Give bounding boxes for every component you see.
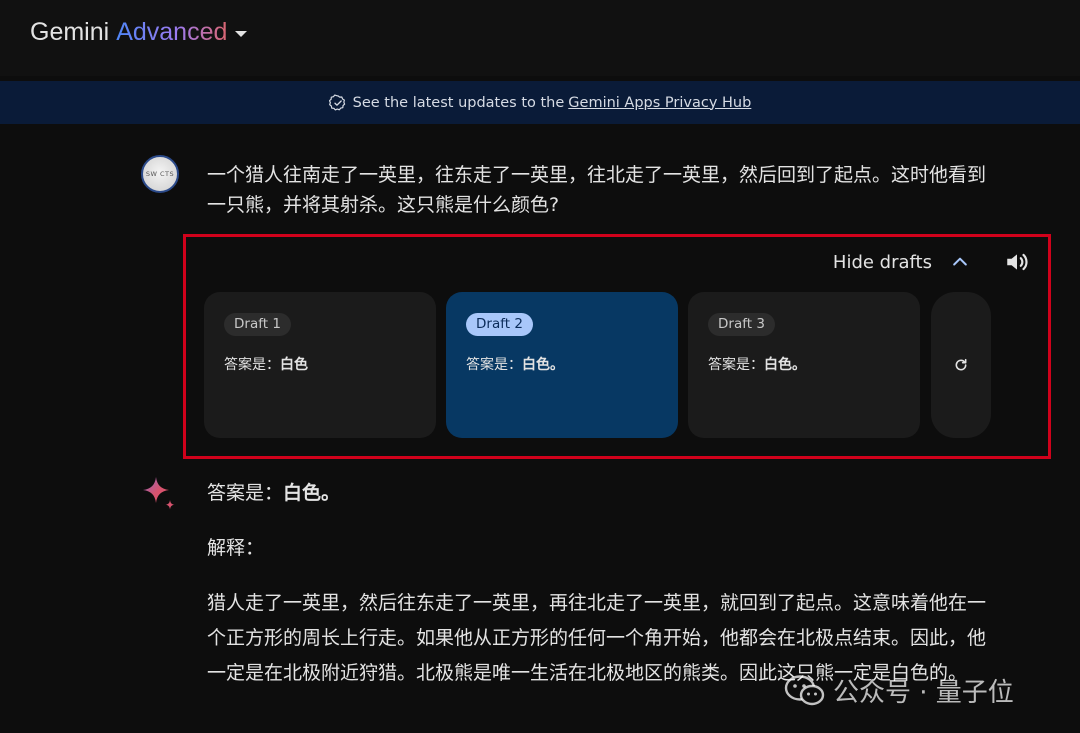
- draft-answer-value: 白色。: [522, 357, 564, 373]
- gemini-sparkle-icon: [143, 477, 175, 510]
- watermark-text: 公众号 · 量子位: [833, 678, 1014, 708]
- user-query: 一个猎人往南走了一英里，往东走了一英里，往北走了一英里，然后回到了起点。这时他看…: [207, 164, 987, 216]
- draft-answer-prefix: 答案是：: [466, 357, 522, 373]
- verified-check-icon: [328, 93, 345, 110]
- notice-text: See the latest updates to the: [352, 94, 565, 111]
- explanation-label: 解释：: [207, 537, 265, 559]
- speaker-icon[interactable]: [1004, 249, 1030, 275]
- privacy-hub-link[interactable]: Gemini Apps Privacy Hub: [568, 95, 751, 111]
- privacy-notice-banner: See the latest updates to the Gemini App…: [0, 81, 1080, 124]
- refresh-icon: [955, 358, 967, 371]
- draft-card-2[interactable]: Draft 2 答案是：白色。: [446, 292, 678, 438]
- drafts-header: Hide drafts: [833, 249, 1030, 275]
- draft-answer-prefix: 答案是：: [708, 357, 764, 373]
- user-avatar: SW CTS: [141, 155, 179, 193]
- chevron-up-icon[interactable]: [950, 252, 970, 272]
- draft-answer-value: 白色: [280, 357, 308, 373]
- wechat-icon: [784, 674, 825, 705]
- model-switcher[interactable]: Gemini Advanced: [30, 18, 248, 47]
- draft-label: Draft 3: [708, 313, 775, 336]
- watermark: 公众号 · 量子位: [783, 672, 1014, 709]
- caret-down-icon: [235, 31, 248, 37]
- brand-tier: Advanced: [116, 18, 228, 46]
- draft-answer-value: 白色。: [764, 357, 806, 373]
- answer-prefix: 答案是：: [207, 482, 284, 504]
- draft-preview: 答案是：白色。: [708, 354, 806, 374]
- draft-card-3[interactable]: Draft 3 答案是：白色。: [688, 292, 920, 438]
- hide-drafts-button[interactable]: Hide drafts: [833, 252, 932, 273]
- drafts-panel: Hide drafts Draft 1 答案是：白色 Draft 2 答案是：白…: [183, 234, 1051, 459]
- avatar-text: SW CTS: [145, 170, 175, 178]
- brand-name: Gemini: [30, 18, 110, 46]
- model-response: 答案是：白色。 解释： 猎人走了一英里，然后往东走了一英里，再往北走了一英里，就…: [207, 476, 997, 691]
- draft-card-1[interactable]: Draft 1 答案是：白色: [204, 292, 436, 438]
- top-bar: Gemini Advanced: [0, 0, 1080, 76]
- draft-preview: 答案是：白色。: [466, 354, 564, 374]
- draft-label: Draft 2: [466, 313, 533, 336]
- draft-label: Draft 1: [224, 313, 291, 336]
- answer-value: 白色。: [283, 482, 341, 504]
- regenerate-drafts-button[interactable]: [931, 292, 991, 438]
- response-answer: 答案是：白色。: [207, 476, 997, 511]
- draft-preview: 答案是：白色: [224, 354, 308, 374]
- draft-answer-prefix: 答案是：: [224, 357, 280, 373]
